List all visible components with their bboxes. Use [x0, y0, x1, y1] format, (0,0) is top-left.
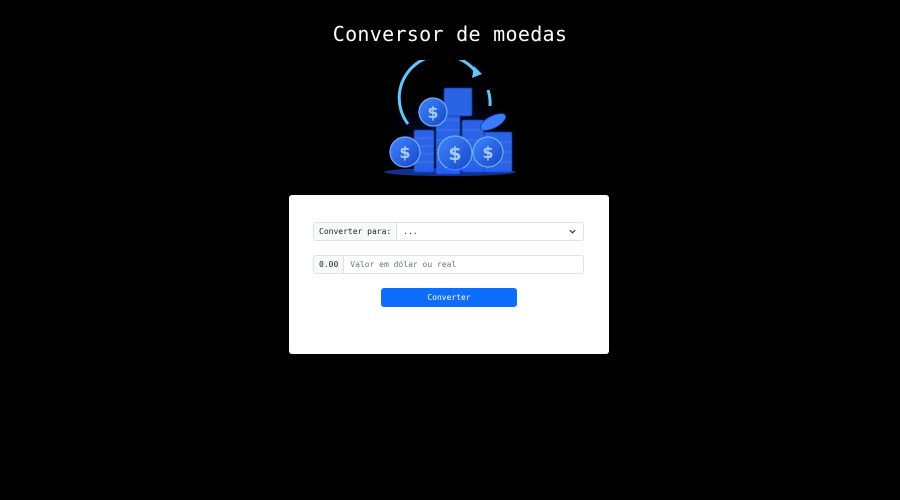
- svg-text:$: $: [448, 143, 461, 165]
- svg-text:$: $: [399, 143, 410, 162]
- converter-card: Converter para: ... 0.00 Converter: [289, 195, 609, 354]
- svg-text:$: $: [427, 103, 438, 122]
- currency-label: Converter para:: [314, 223, 398, 240]
- chevron-down-icon: [569, 229, 576, 234]
- convert-button[interactable]: Converter: [381, 288, 517, 307]
- amount-group: 0.00: [313, 255, 584, 274]
- currency-select-group: Converter para: ...: [313, 222, 584, 241]
- amount-prefix: 0.00: [314, 256, 345, 273]
- page-title: Conversor de moedas: [332, 22, 568, 46]
- svg-text:$: $: [482, 143, 493, 162]
- page: Conversor de moedas $ $ $ $ Converter pa…: [0, 0, 900, 500]
- currency-select[interactable]: ...: [397, 223, 583, 240]
- coins-exchange-icon: $ $ $ $: [378, 53, 522, 178]
- amount-input[interactable]: [344, 256, 583, 273]
- currency-select-value: ...: [403, 227, 418, 236]
